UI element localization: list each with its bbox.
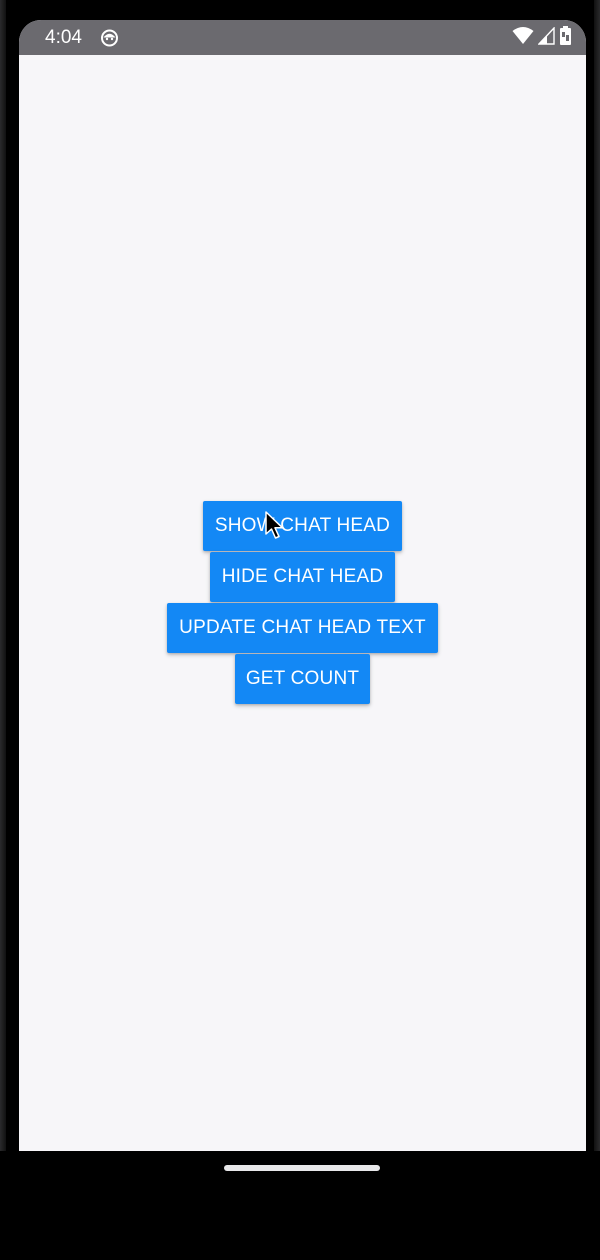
app-screen: 4:04 SHOW CHAT HEAD HIDE CHAT HEAD UPDAT… [19,20,586,1151]
navigation-bar [0,1151,600,1260]
android-debug-icon [100,28,119,47]
device-right-bezel [594,0,600,1260]
get-count-button[interactable]: GET COUNT [235,654,370,704]
device-frame: 4:04 SHOW CHAT HEAD HIDE CHAT HEAD UPDAT… [0,0,600,1260]
battery-icon [559,25,572,51]
mouse-pointer-icon [265,511,285,541]
status-icons [512,25,572,51]
status-bar: 4:04 [19,20,586,55]
hide-chat-head-button[interactable]: HIDE CHAT HEAD [210,552,395,602]
wifi-icon [512,26,534,50]
main-content: SHOW CHAT HEAD HIDE CHAT HEAD UPDATE CHA… [19,55,586,1151]
device-left-bezel [0,0,6,1260]
home-gesture-bar[interactable] [224,1165,380,1171]
show-chat-head-button[interactable]: SHOW CHAT HEAD [203,501,402,551]
update-chat-head-text-button[interactable]: UPDATE CHAT HEAD TEXT [167,603,438,653]
signal-icon [537,25,555,50]
status-time: 4:04 [45,27,82,48]
